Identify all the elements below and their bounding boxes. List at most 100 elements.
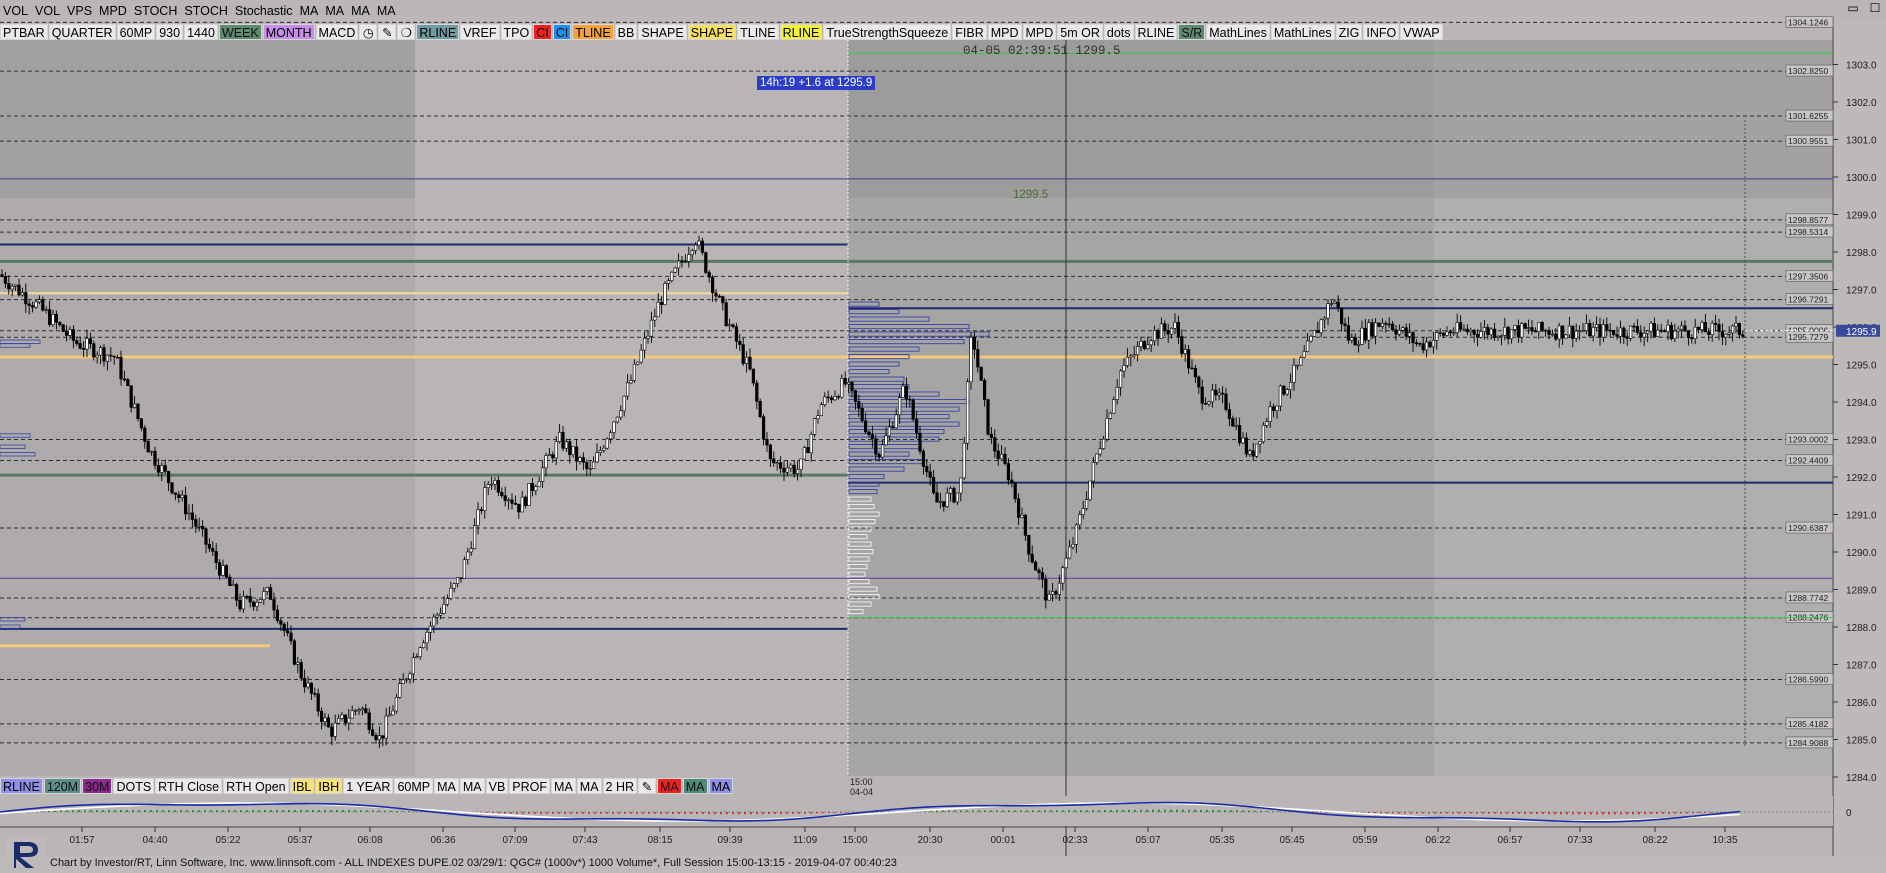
toolbar-prof-button[interactable]: PROF bbox=[509, 777, 551, 794]
toolbar-1440-button[interactable]: 1440 bbox=[184, 23, 218, 40]
restore-icon[interactable]: ▭ bbox=[1842, 0, 1864, 16]
toolbar-ma-button[interactable]: MA bbox=[682, 777, 708, 794]
maximize-icon[interactable]: ☐ bbox=[1864, 0, 1886, 16]
toolbar-rline-button[interactable]: RLINE bbox=[0, 777, 43, 794]
toolbar-ma-button[interactable]: MA bbox=[551, 777, 576, 794]
toolbar-vol-button[interactable]: VOL bbox=[32, 2, 63, 18]
candle-body bbox=[1037, 569, 1041, 573]
toolbar-mpd-button[interactable]: MPD bbox=[96, 2, 130, 18]
toolbar-2-hr-button[interactable]: 2 HR bbox=[602, 777, 638, 794]
toolbar-ma-button[interactable]: MA bbox=[297, 2, 322, 18]
candle-body bbox=[1261, 424, 1265, 442]
toolbar-s-r-button[interactable]: S/R bbox=[1178, 23, 1206, 40]
toolbar-ibl-button[interactable]: IBL bbox=[289, 777, 315, 794]
toolbar-ma-button[interactable]: MA bbox=[657, 777, 682, 794]
toolbar-rline-button[interactable]: RLINE bbox=[1134, 23, 1178, 40]
oscillator-bar bbox=[1002, 810, 1004, 812]
toolbar-macd-button[interactable]: MACD bbox=[315, 23, 359, 40]
candle-body bbox=[201, 525, 205, 530]
candle-body bbox=[302, 677, 307, 688]
toolbar-ma-button[interactable]: MA bbox=[708, 777, 734, 794]
toolbar-dots-button[interactable]: DOTS bbox=[113, 777, 155, 794]
toolbar-tpo-button[interactable]: TPO bbox=[500, 23, 533, 40]
candle-body bbox=[1387, 323, 1391, 326]
toolbar-1-year-button[interactable]: 1 YEAR bbox=[343, 777, 394, 794]
candle-body bbox=[1503, 326, 1507, 336]
candle-body bbox=[1482, 327, 1486, 332]
toolbar-120m-button[interactable]: 120M bbox=[43, 777, 82, 794]
candle-body bbox=[1601, 324, 1605, 338]
oscillator-bar bbox=[114, 810, 116, 812]
toolbar-stochastic-button[interactable]: Stochastic bbox=[232, 2, 296, 18]
toolbar-stoch-button[interactable]: STOCH bbox=[131, 2, 181, 18]
toolbar-rline-button[interactable]: RLINE bbox=[416, 23, 460, 40]
toolbar-tline-button[interactable]: TLINE bbox=[572, 23, 614, 40]
toolbar-ma-button[interactable]: MA bbox=[434, 777, 459, 794]
toolbar-ma-button[interactable]: MA bbox=[576, 777, 602, 794]
toolbar-mathlines-button[interactable]: MathLines bbox=[1206, 23, 1270, 40]
oscillator-bar bbox=[1572, 812, 1574, 815]
toolbar-mpd-button[interactable]: MPD bbox=[1022, 23, 1057, 40]
toolbar-930-button[interactable]: 930 bbox=[156, 23, 184, 40]
toolbar-tline-button[interactable]: TLINE bbox=[737, 23, 779, 40]
toolbar-ci-button[interactable]: CI bbox=[552, 23, 572, 40]
toolbar-fibr-button[interactable]: FIBR bbox=[952, 23, 987, 40]
toolbar-vol-button[interactable]: VOL bbox=[0, 2, 31, 18]
candle-body bbox=[680, 260, 684, 263]
toolbar-30m-button[interactable]: 30M bbox=[82, 777, 113, 794]
toolbar-mpd-button[interactable]: MPD bbox=[987, 23, 1022, 40]
toolbar-rth-open-button[interactable]: RTH Open bbox=[223, 777, 289, 794]
toolbar-60mp-button[interactable]: 60MP bbox=[116, 23, 156, 40]
toolbar-truestrengthsqueeze-button[interactable]: TrueStrengthSqueeze bbox=[823, 23, 952, 40]
toolbar-ibh-button[interactable]: IBH bbox=[315, 777, 343, 794]
toolbar-ma-button[interactable]: MA bbox=[459, 777, 485, 794]
candle-body bbox=[1401, 327, 1405, 331]
candle-body bbox=[724, 302, 728, 327]
oscillator-bar bbox=[1524, 812, 1526, 814]
candle-body bbox=[299, 662, 303, 679]
toolbar-rline-button[interactable]: RLINE bbox=[779, 23, 823, 40]
toolbar-zig-button[interactable]: ZIG bbox=[1335, 23, 1363, 40]
candle-body bbox=[897, 397, 902, 416]
candle-body bbox=[931, 477, 936, 493]
dropper-icon[interactable]: ❍ bbox=[397, 23, 416, 40]
oscillator-bar bbox=[1212, 809, 1214, 812]
toolbar-vb-button[interactable]: VB bbox=[485, 777, 509, 794]
candle-body bbox=[285, 630, 290, 634]
toolbar-mathlines-button[interactable]: MathLines bbox=[1270, 23, 1335, 40]
toolbar-ma-button[interactable]: MA bbox=[322, 2, 347, 18]
toolbar-vref-button[interactable]: VREF bbox=[460, 23, 500, 40]
toolbar-ci-button[interactable]: CI bbox=[533, 23, 552, 40]
toolbar-quarter-button[interactable]: QUARTER bbox=[48, 23, 116, 40]
price-chart[interactable]: 1284.0 1285.0 1286.0 1287.0 1288.0 1289.0 1290… bbox=[0, 0, 1886, 873]
toolbar-shape-button[interactable]: SHAPE bbox=[687, 23, 737, 40]
toolbar-vwap-button[interactable]: VWAP bbox=[1400, 23, 1443, 40]
toolbar-vps-button[interactable]: VPS bbox=[64, 2, 95, 18]
candle-body bbox=[1370, 322, 1374, 337]
toolbar-week-button[interactable]: WEEK bbox=[218, 23, 262, 40]
candle-body bbox=[659, 301, 664, 305]
toolbar-stoch-button[interactable]: STOCH bbox=[181, 2, 231, 18]
pencil-icon[interactable]: ✎ bbox=[638, 777, 657, 794]
oscillator-bar bbox=[732, 812, 734, 815]
toolbar-ptbar-button[interactable]: PTBAR bbox=[0, 23, 48, 40]
toolbar-ma-button[interactable]: MA bbox=[348, 2, 373, 18]
candle-body bbox=[1717, 324, 1721, 332]
candle-body bbox=[887, 426, 891, 437]
candle-body bbox=[598, 450, 602, 453]
toolbar-ma-button[interactable]: MA bbox=[374, 2, 399, 18]
oscillator-bar bbox=[1104, 810, 1106, 812]
toolbar-info-button[interactable]: INFO bbox=[1363, 23, 1400, 40]
pencil-icon[interactable]: ✎ bbox=[378, 23, 397, 40]
toolbar-dots-button[interactable]: dots bbox=[1103, 23, 1134, 40]
clock-icon[interactable]: ◷ bbox=[359, 23, 378, 40]
candle-body bbox=[289, 632, 293, 642]
toolbar-60mp-button[interactable]: 60MP bbox=[394, 777, 434, 794]
toolbar-month-button[interactable]: MONTH bbox=[262, 23, 315, 40]
toolbar-rth-close-button[interactable]: RTH Close bbox=[155, 777, 223, 794]
toolbar-5m-or-button[interactable]: 5m OR bbox=[1057, 23, 1103, 40]
toolbar-shape-button[interactable]: SHAPE bbox=[638, 23, 687, 40]
toolbar-bb-button[interactable]: BB bbox=[614, 23, 638, 40]
candle-body bbox=[1023, 514, 1027, 536]
candle-body bbox=[1210, 389, 1214, 403]
